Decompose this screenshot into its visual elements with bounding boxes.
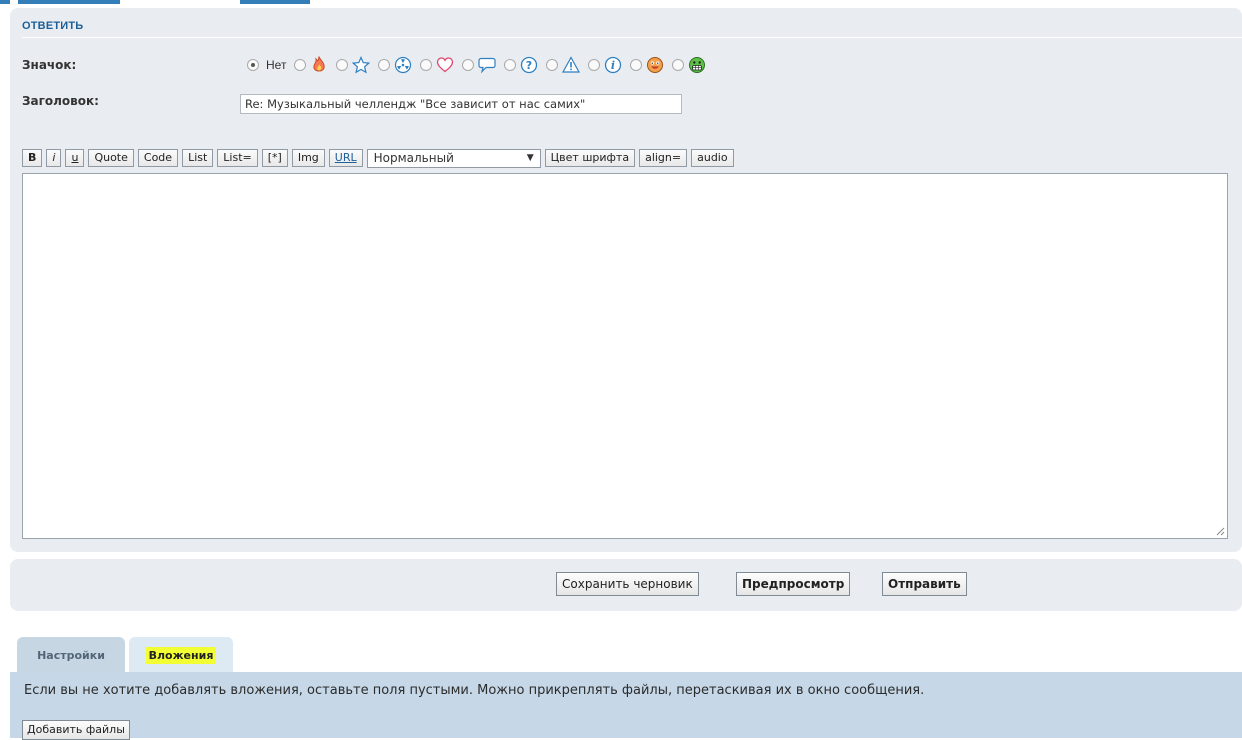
- star-icon: [352, 56, 371, 74]
- submit-button[interactable]: Отправить: [882, 572, 967, 596]
- tab-attachments-label: Вложения: [145, 647, 217, 664]
- quote-button[interactable]: Quote: [88, 149, 134, 167]
- grin-icon: [689, 57, 706, 73]
- icon-option-question[interactable]: ?: [504, 56, 538, 74]
- icon-option-radioactive[interactable]: [378, 56, 412, 74]
- icon-label: Значок:: [22, 58, 77, 72]
- tab-settings-label: Настройки: [37, 649, 105, 662]
- radio-button[interactable]: [378, 59, 391, 71]
- info-icon: i: [605, 56, 622, 74]
- image-button[interactable]: Img: [291, 149, 325, 167]
- bold-button[interactable]: B: [22, 149, 43, 167]
- font-size-value: Нормальный: [373, 150, 454, 165]
- icon-option-warning[interactable]: [546, 56, 581, 74]
- align-button[interactable]: align=: [639, 149, 688, 167]
- tab-attachments[interactable]: Вложения: [129, 637, 233, 672]
- icon-option-none[interactable]: Нет: [247, 58, 286, 72]
- ordered-list-button[interactable]: List=: [217, 149, 258, 167]
- icon-option-fire[interactable]: [294, 56, 328, 74]
- underline-button[interactable]: u: [65, 149, 85, 167]
- icon-option-speech[interactable]: [462, 56, 497, 74]
- tab-settings[interactable]: Настройки: [17, 637, 125, 672]
- code-button[interactable]: Code: [137, 149, 179, 167]
- radio-button[interactable]: [420, 59, 433, 71]
- subject-input[interactable]: Re: Музыкальный челлендж "Все зависит от…: [240, 94, 682, 114]
- radioactive-icon: [395, 56, 412, 74]
- chevron-down-icon: ▼: [526, 152, 534, 163]
- warning-icon: [562, 56, 581, 73]
- radio-button[interactable]: [672, 59, 685, 71]
- resize-handle-icon[interactable]: [1216, 527, 1225, 536]
- radio-button[interactable]: [462, 59, 475, 71]
- list-button[interactable]: List: [182, 149, 214, 167]
- svg-text:i: i: [611, 59, 615, 72]
- subject-label: Заголовок:: [22, 94, 99, 108]
- smiley-icon: [647, 57, 664, 73]
- message-textarea[interactable]: [22, 173, 1228, 539]
- radio-button[interactable]: [546, 59, 559, 71]
- cropped-page-heading: [0, 0, 330, 4]
- divider: [22, 37, 1242, 38]
- icon-option-smiley[interactable]: [630, 56, 664, 74]
- audio-button[interactable]: audio: [691, 149, 734, 167]
- radio-button[interactable]: [630, 59, 643, 71]
- speech-bubble-icon: [478, 57, 497, 74]
- bbcode-toolbar: B i u Quote Code List List= [*] Img URL …: [22, 148, 738, 168]
- radio-button[interactable]: [504, 59, 517, 71]
- post-icon-options: Нет ? i: [247, 54, 714, 76]
- fire-icon: [313, 56, 326, 72]
- svg-text:?: ?: [526, 59, 532, 72]
- icon-option-heart[interactable]: [420, 56, 454, 74]
- radio-button[interactable]: [588, 59, 601, 71]
- attachments-panel: [10, 672, 1242, 738]
- font-size-select[interactable]: Нормальный ▼: [366, 148, 541, 168]
- icon-option-star[interactable]: [336, 56, 371, 74]
- icon-option-label: Нет: [266, 58, 287, 72]
- add-files-button[interactable]: Добавить файлы: [22, 720, 130, 740]
- reply-title: ОТВЕТИТЬ: [22, 20, 84, 32]
- url-button[interactable]: URL: [328, 149, 363, 167]
- radio-button[interactable]: [294, 59, 307, 71]
- radio-button[interactable]: [336, 59, 349, 71]
- preview-button[interactable]: Предпросмотр: [736, 572, 851, 596]
- attachments-info: Если вы не хотите добавлять вложения, ос…: [24, 683, 925, 698]
- list-item-button[interactable]: [*]: [261, 149, 288, 167]
- icon-option-info[interactable]: i: [588, 56, 622, 74]
- icon-option-grin[interactable]: [672, 56, 706, 74]
- font-color-button[interactable]: Цвет шрифта: [544, 149, 636, 167]
- radio-button[interactable]: [247, 59, 259, 71]
- heart-icon: [437, 57, 454, 73]
- question-icon: ?: [521, 56, 538, 74]
- italic-button[interactable]: i: [46, 149, 62, 167]
- save-draft-button[interactable]: Сохранить черновик: [556, 572, 699, 596]
